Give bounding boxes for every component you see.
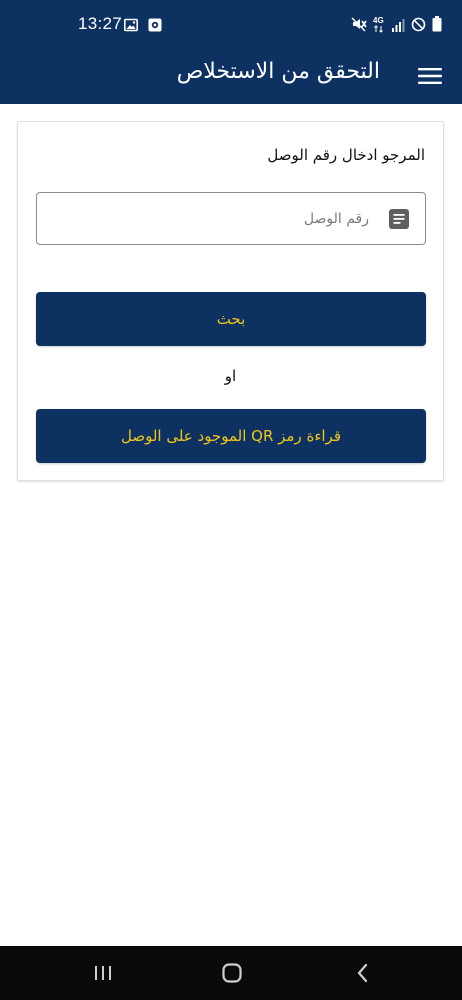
mute-icon: [351, 16, 367, 36]
image-icon: [124, 17, 138, 36]
search-button-label: بحث: [216, 310, 246, 328]
menu-button[interactable]: [416, 62, 444, 90]
receipt-number-input[interactable]: [69, 193, 369, 244]
or-separator: او: [224, 367, 237, 385]
recents-icon: [95, 966, 111, 980]
status-bar: 13:27 4G: [0, 0, 462, 50]
back-icon: [357, 963, 368, 983]
camera-app-icon: [148, 17, 162, 36]
menu-icon: [418, 68, 442, 84]
receipt-number-field[interactable]: [36, 192, 426, 245]
system-nav-bar: [0, 946, 462, 1000]
page-title: التحقق من الاستخلاص: [176, 59, 380, 84]
back-button[interactable]: [351, 961, 375, 985]
home-button[interactable]: [220, 961, 244, 985]
document-icon: [389, 209, 409, 229]
status-time: 13:27: [78, 14, 123, 33]
4g-icon: 4G: [373, 15, 385, 37]
battery-icon: [432, 16, 442, 36]
dnd-icon: [411, 17, 426, 36]
home-icon: [222, 963, 242, 983]
network-label: 4G: [373, 16, 384, 25]
status-left-icons: [124, 17, 162, 36]
app-bar: التحقق من الاستخلاص: [0, 50, 462, 104]
search-button[interactable]: بحث: [36, 292, 426, 346]
verification-card: المرجو ادخال رقم الوصل بحث او قراءة رمز …: [17, 121, 444, 481]
status-right-icons: 4G: [351, 15, 442, 37]
scan-qr-button[interactable]: قراءة رمز QR الموجود على الوصل: [36, 409, 426, 463]
prompt-label: المرجو ادخال رقم الوصل: [267, 146, 425, 164]
scan-qr-button-label: قراءة رمز QR الموجود على الوصل: [120, 427, 342, 445]
recents-button[interactable]: [91, 961, 115, 985]
signal-icon: [391, 17, 405, 36]
